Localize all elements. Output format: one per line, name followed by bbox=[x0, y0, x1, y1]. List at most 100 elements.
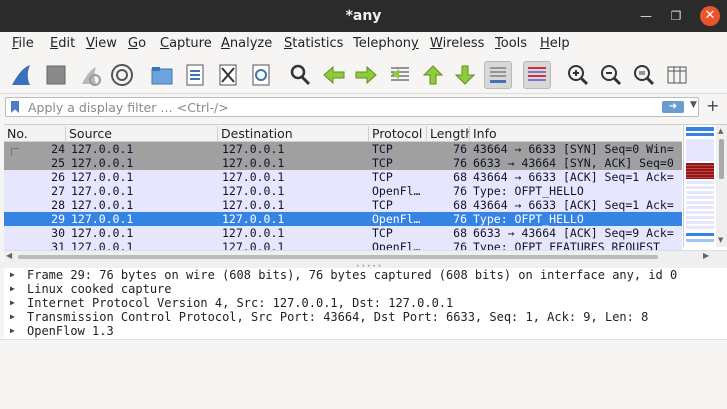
table-row[interactable]: 31 127.0.0.1 127.0.0.1 OpenFl… 76 Type: OFPT_… bbox=[4, 240, 682, 250]
detail-tree-item[interactable]: ▶ Internet Protocol Version 4, Src: 127.0… bbox=[4, 296, 727, 310]
expand-arrow-icon[interactable]: ▶ bbox=[10, 268, 15, 282]
column-header-source[interactable]: Source bbox=[66, 126, 218, 141]
cell-source: 127.0.0.1 bbox=[71, 184, 134, 198]
packet-list-vertical-scrollbar[interactable]: ▲ ▼ bbox=[716, 125, 727, 247]
go-forward-icon[interactable] bbox=[352, 61, 380, 89]
table-row[interactable]: 25 127.0.0.1 127.0.0.1 TCP 76 6633 → 43664 [S… bbox=[4, 156, 682, 170]
scroll-down-icon[interactable]: ▼ bbox=[718, 236, 723, 244]
scroll-thumb[interactable] bbox=[719, 139, 724, 179]
cell-no: 31 bbox=[51, 240, 65, 250]
scroll-left-icon[interactable]: ◀ bbox=[6, 251, 12, 260]
scroll-right-icon[interactable]: ▶ bbox=[703, 251, 709, 260]
cell-source: 127.0.0.1 bbox=[71, 212, 134, 226]
find-packet-icon[interactable] bbox=[286, 61, 314, 89]
table-row-selected[interactable]: 29 127.0.0.1 127.0.0.1 OpenFl… 76 Type: OFPT_… bbox=[4, 212, 682, 226]
detail-tree-item[interactable]: ▶ Linux cooked capture bbox=[4, 282, 727, 296]
cell-info: Type: OFPT_FEATURES_REQUEST bbox=[473, 240, 660, 250]
go-last-icon[interactable] bbox=[451, 61, 479, 89]
go-back-icon[interactable] bbox=[320, 61, 348, 89]
cell-info: 43664 → 6633 [SYN] Seq=0 Win= bbox=[473, 142, 674, 156]
display-filter-bar: ➜ ▼ bbox=[5, 97, 699, 117]
restart-capture-icon[interactable] bbox=[76, 61, 104, 89]
open-folder-icon[interactable] bbox=[148, 61, 176, 89]
go-first-icon[interactable] bbox=[419, 61, 447, 89]
expand-arrow-icon[interactable]: ▶ bbox=[10, 324, 15, 338]
expand-arrow-icon[interactable]: ▶ bbox=[10, 296, 15, 310]
capture-options-gear-icon[interactable] bbox=[108, 61, 136, 89]
close-file-icon[interactable] bbox=[214, 61, 242, 89]
menu-help[interactable]: Help bbox=[540, 36, 570, 51]
detail-tree-item[interactable]: ▶ Transmission Control Protocol, Src Port… bbox=[4, 310, 727, 324]
cell-no: 25 bbox=[51, 156, 65, 170]
add-filter-button-plus-icon[interactable]: + bbox=[706, 96, 719, 115]
column-header-destination[interactable]: Destination bbox=[218, 126, 369, 141]
cell-source: 127.0.0.1 bbox=[71, 240, 134, 250]
detail-tree-label: Linux cooked capture bbox=[27, 282, 172, 296]
menu-tools[interactable]: Tools bbox=[495, 36, 527, 51]
table-row[interactable]: 28 127.0.0.1 127.0.0.1 TCP 68 43664 → 6633 [A… bbox=[4, 198, 682, 212]
cell-length: 68 bbox=[453, 198, 467, 212]
column-header-protocol[interactable]: Protocol bbox=[369, 126, 427, 141]
apply-filter-arrow-icon[interactable]: ➜ bbox=[662, 101, 684, 113]
table-row[interactable]: 27 127.0.0.1 127.0.0.1 OpenFl… 76 Type: OFPT_… bbox=[4, 184, 682, 198]
menu-analyze[interactable]: Analyze bbox=[221, 36, 272, 51]
expand-arrow-icon[interactable]: ▶ bbox=[10, 310, 15, 324]
table-row[interactable]: 26 127.0.0.1 127.0.0.1 TCP 68 43664 → 6633 [A… bbox=[4, 170, 682, 184]
cell-source: 127.0.0.1 bbox=[71, 142, 134, 156]
cell-length: 68 bbox=[453, 170, 467, 184]
column-header-info[interactable]: Info bbox=[470, 126, 682, 141]
close-icon[interactable]: ✕ bbox=[700, 6, 720, 26]
menu-go[interactable]: Go bbox=[128, 36, 146, 51]
resize-columns-icon[interactable] bbox=[663, 61, 691, 89]
cell-protocol: TCP bbox=[372, 226, 393, 240]
expand-arrow-icon[interactable]: ▶ bbox=[10, 282, 15, 296]
detail-tree-label: Frame 29: 76 bytes on wire (608 bits), 7… bbox=[27, 268, 678, 282]
colorize-icon[interactable] bbox=[523, 61, 551, 89]
menu-edit[interactable]: Edit bbox=[50, 36, 75, 51]
zoom-normal-icon[interactable] bbox=[630, 61, 658, 89]
chevron-down-icon[interactable]: ▼ bbox=[690, 100, 697, 110]
autoscroll-icon[interactable] bbox=[484, 61, 512, 89]
detail-tree-item[interactable]: ▶ Frame 29: 76 bytes on wire (608 bits), … bbox=[4, 268, 727, 282]
scroll-up-icon[interactable]: ▲ bbox=[718, 127, 723, 135]
packet-minimap[interactable] bbox=[683, 125, 715, 247]
zoom-out-icon[interactable] bbox=[597, 61, 625, 89]
cell-no: 30 bbox=[51, 226, 65, 240]
minimize-icon[interactable]: — bbox=[637, 7, 655, 25]
menu-telephony[interactable]: Telephony bbox=[353, 36, 419, 51]
detail-tree-item[interactable]: ▶ OpenFlow 1.3 bbox=[4, 324, 727, 338]
cell-length: 76 bbox=[453, 240, 467, 250]
maximize-icon[interactable]: ❐ bbox=[667, 7, 685, 25]
cell-protocol: OpenFl… bbox=[372, 212, 421, 226]
shark-fin-start-icon[interactable] bbox=[8, 61, 36, 89]
zoom-in-icon[interactable] bbox=[564, 61, 592, 89]
cell-destination: 127.0.0.1 bbox=[222, 156, 285, 170]
column-header-length[interactable]: Length bbox=[427, 126, 470, 141]
menu-view[interactable]: View bbox=[86, 36, 117, 51]
table-row[interactable]: 30 127.0.0.1 127.0.0.1 TCP 68 6633 → 43664 [A… bbox=[4, 226, 682, 240]
cell-destination: 127.0.0.1 bbox=[222, 198, 285, 212]
display-filter-input[interactable] bbox=[28, 99, 648, 115]
packet-list-horizontal-scrollbar[interactable]: ◀ ▶ bbox=[4, 250, 727, 262]
cell-protocol: TCP bbox=[372, 198, 393, 212]
cell-destination: 127.0.0.1 bbox=[222, 240, 285, 250]
menu-file[interactable]: File bbox=[12, 36, 34, 51]
cell-destination: 127.0.0.1 bbox=[222, 142, 285, 156]
cell-length: 76 bbox=[453, 184, 467, 198]
bookmark-icon[interactable] bbox=[11, 101, 19, 113]
cell-info: Type: OFPT_HELLO bbox=[473, 212, 584, 226]
stop-capture-icon[interactable] bbox=[42, 61, 70, 89]
horizontal-scroll-thumb[interactable] bbox=[18, 255, 658, 259]
cell-destination: 127.0.0.1 bbox=[222, 184, 285, 198]
window-title: *any bbox=[345, 8, 382, 24]
reload-file-icon[interactable] bbox=[247, 61, 275, 89]
title-bar: *any — ❐ ✕ bbox=[0, 0, 727, 32]
go-to-packet-icon[interactable] bbox=[386, 61, 414, 89]
menu-statistics[interactable]: Statistics bbox=[284, 36, 343, 51]
table-row[interactable]: 24 127.0.0.1 127.0.0.1 TCP 76 43664 → 6633 [S… bbox=[4, 142, 682, 160]
menu-capture[interactable]: Capture bbox=[160, 36, 212, 51]
cell-source: 127.0.0.1 bbox=[71, 170, 134, 184]
menu-wireless[interactable]: Wireless bbox=[430, 36, 484, 51]
column-header-no[interactable]: No. bbox=[4, 126, 66, 141]
save-file-icon[interactable] bbox=[181, 61, 209, 89]
